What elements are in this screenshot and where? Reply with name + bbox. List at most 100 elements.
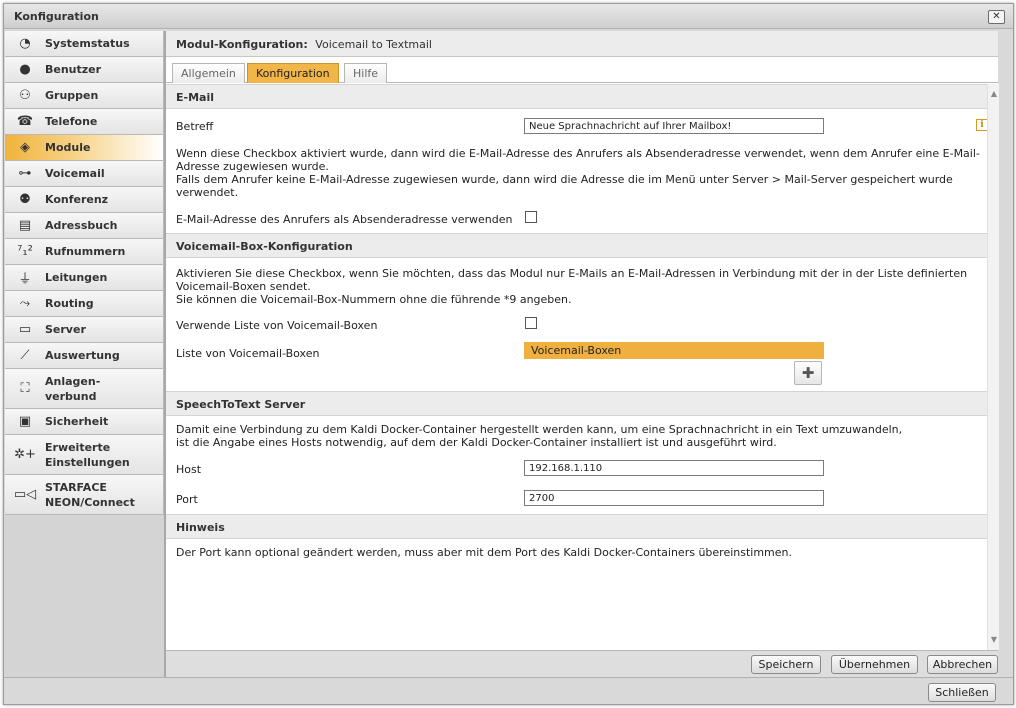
speech-description-line-1: Damit eine Verbindung zu dem Kaldi Docke…	[176, 423, 903, 436]
sidebar-item-benutzer[interactable]: ● Benutzer	[5, 57, 164, 83]
voicemail-box-description-line-3: Sie können die Voicemail-Box-Nummern ohn…	[176, 293, 572, 306]
tab-hilfe[interactable]: Hilfe	[344, 63, 388, 83]
sidebar-item-label: Sicherheit	[45, 415, 109, 428]
main-panel: Modul-Konfiguration: Voicemail to Textma…	[165, 31, 999, 650]
lock-icon: ▣	[18, 414, 32, 429]
line-plug-icon: ⏚	[18, 272, 32, 287]
phone-numbers-icon: ⁷₁²	[17, 244, 33, 259]
sidebar-item-label: Module	[45, 141, 91, 154]
window-close-icon[interactable]: ✕	[988, 10, 1005, 24]
conference-icon: ⚉	[19, 192, 31, 207]
sidebar-item-label: Gruppen	[45, 89, 99, 102]
use-list-checkbox[interactable]	[525, 317, 537, 329]
sidebar-item-auswertung[interactable]: ⟋ Auswertung	[5, 343, 164, 369]
page-title-value: Voicemail to Textmail	[315, 38, 432, 51]
section-heading-speech-to-text: SpeechToText Server	[166, 391, 987, 416]
tab-konfiguration[interactable]: Konfiguration	[247, 63, 339, 83]
speech-description-line-2: ist die Angabe eines Hosts notwendig, au…	[176, 436, 777, 449]
page-title-label: Modul-Konfiguration:	[176, 38, 308, 51]
email-description-line-2: Adresse zugewiesen wurde.	[176, 160, 329, 173]
server-icon: ▭	[18, 322, 32, 337]
port-input[interactable]	[524, 490, 824, 506]
hint-text: Der Port kann optional geändert werden, …	[176, 546, 793, 559]
scroll-down-icon[interactable]: ▼	[988, 634, 999, 646]
configuration-window: Konfiguration ✕ ◔ Systemstatus ● Benutze…	[3, 3, 1014, 705]
sidebar-item-label: Anlagen- verbund	[45, 374, 101, 403]
sidebar-item-label: Adressbuch	[45, 219, 118, 232]
add-icon[interactable]: ✚	[794, 361, 822, 385]
sidebar-item-module[interactable]: ◈ Module	[5, 135, 164, 161]
scroll-up-icon[interactable]: ▲	[988, 88, 999, 100]
tab-allgemein[interactable]: Allgemein	[172, 63, 245, 83]
sender-address-checkbox[interactable]	[525, 211, 537, 223]
action-bar: Speichern Übernehmen Abbrechen	[165, 650, 998, 677]
voicemail-box-list[interactable]	[524, 359, 824, 387]
sidebar-item-label: Systemstatus	[45, 37, 130, 50]
phone-icon: ☎	[16, 114, 34, 129]
tab-bar: Allgemein Konfiguration Hilfe	[166, 58, 998, 83]
voicemail-box-list-label: Liste von Voicemail-Boxen	[176, 347, 320, 360]
section-heading-voicemail-box: Voicemail-Box-Konfiguration	[166, 233, 987, 258]
sidebar-item-rufnummern[interactable]: ⁷₁² Rufnummern	[5, 239, 164, 265]
configuration-content: E-Mail Betreff i Wenn diese Checkbox akt…	[166, 84, 999, 650]
sidebar-item-leitungen[interactable]: ⏚ Leitungen	[5, 265, 164, 291]
voicemail-icon: ⊶	[18, 166, 32, 181]
sidebar-item-telefone[interactable]: ☎ Telefone	[5, 109, 164, 135]
sidebar-item-adressbuch[interactable]: ▤ Adressbuch	[5, 213, 164, 239]
sidebar-item-gruppen[interactable]: ⚇ Gruppen	[5, 83, 164, 109]
sidebar-item-label: Voicemail	[45, 167, 105, 180]
network-icon: ⛶	[20, 381, 30, 396]
module-cube-icon: ◈	[20, 140, 30, 155]
sidebar-item-label: Erweiterte Einstellungen	[45, 440, 130, 469]
use-list-label: Verwende Liste von Voicemail-Boxen	[176, 319, 378, 332]
email-description-line-4: verwendet.	[176, 186, 239, 199]
subject-label: Betreff	[176, 120, 214, 133]
user-icon: ●	[19, 62, 31, 77]
page-title: Modul-Konfiguration: Voicemail to Textma…	[166, 31, 998, 57]
routing-icon: ⤳	[19, 296, 31, 311]
advanced-settings-icon: ✲+	[14, 447, 36, 462]
port-label: Port	[176, 493, 198, 506]
sidebar-item-label: Routing	[45, 297, 94, 310]
section-heading-hint: Hinweis	[166, 514, 987, 539]
sidebar-item-sicherheit[interactable]: ▣ Sicherheit	[5, 409, 164, 435]
group-icon: ⚇	[19, 88, 31, 103]
section-heading-email: E-Mail	[166, 84, 987, 109]
sidebar-item-label: Auswertung	[45, 349, 120, 362]
video-camera-icon: ▭◁	[13, 487, 37, 502]
address-book-icon: ▤	[18, 218, 32, 233]
email-description-line-1: Wenn diese Checkbox aktiviert wurde, dan…	[176, 147, 980, 160]
voicemail-box-list-header: Voicemail-Boxen	[524, 342, 824, 359]
sidebar-item-anlagenverbund[interactable]: ⛶ Anlagen- verbund	[5, 369, 164, 409]
sidebar-item-starface-neon-connect[interactable]: ▭◁ STARFACE NEON/Connect	[5, 475, 164, 515]
sidebar-item-label: STARFACE NEON/Connect	[45, 480, 135, 509]
sidebar-item-label: Rufnummern	[45, 245, 126, 258]
apply-button[interactable]: Übernehmen	[831, 655, 918, 674]
host-label: Host	[176, 463, 202, 476]
sidebar-nav: ◔ Systemstatus ● Benutzer ⚇ Gruppen ☎ Te…	[5, 31, 165, 677]
sidebar-item-erweiterte-einstellungen[interactable]: ✲+ Erweiterte Einstellungen	[5, 435, 164, 475]
cancel-button[interactable]: Abbrechen	[927, 655, 998, 674]
dashboard-icon: ◔	[19, 36, 31, 51]
close-button[interactable]: Schließen	[928, 683, 996, 702]
host-input[interactable]	[524, 460, 824, 476]
subject-input[interactable]	[524, 118, 824, 134]
sidebar-item-label: Leitungen	[45, 271, 108, 284]
sidebar-item-label: Telefone	[45, 115, 98, 128]
sender-address-label: E-Mail-Adresse des Anrufers als Absender…	[176, 213, 513, 226]
sidebar-item-voicemail[interactable]: ⊶ Voicemail	[5, 161, 164, 187]
voicemail-box-description-line-2: Voicemail-Boxen sendet.	[176, 280, 311, 293]
sidebar-item-label: Konferenz	[45, 193, 109, 206]
sidebar-item-label: Benutzer	[45, 63, 102, 76]
window-titlebar: Konfiguration ✕	[4, 4, 1013, 29]
sidebar-item-systemstatus[interactable]: ◔ Systemstatus	[5, 31, 164, 57]
window-title: Konfiguration	[14, 10, 99, 23]
email-description-line-3: Falls dem Anrufer keine E-Mail-Adresse z…	[176, 173, 953, 186]
sidebar-item-routing[interactable]: ⤳ Routing	[5, 291, 164, 317]
save-button[interactable]: Speichern	[751, 655, 821, 674]
sidebar-item-server[interactable]: ▭ Server	[5, 317, 164, 343]
sidebar-item-label: Server	[45, 323, 86, 336]
content-scrollbar[interactable]: ▲ ▼	[987, 84, 999, 650]
sidebar-item-konferenz[interactable]: ⚉ Konferenz	[5, 187, 164, 213]
voicemail-box-description-line-1: Aktivieren Sie diese Checkbox, wenn Sie …	[176, 267, 968, 280]
